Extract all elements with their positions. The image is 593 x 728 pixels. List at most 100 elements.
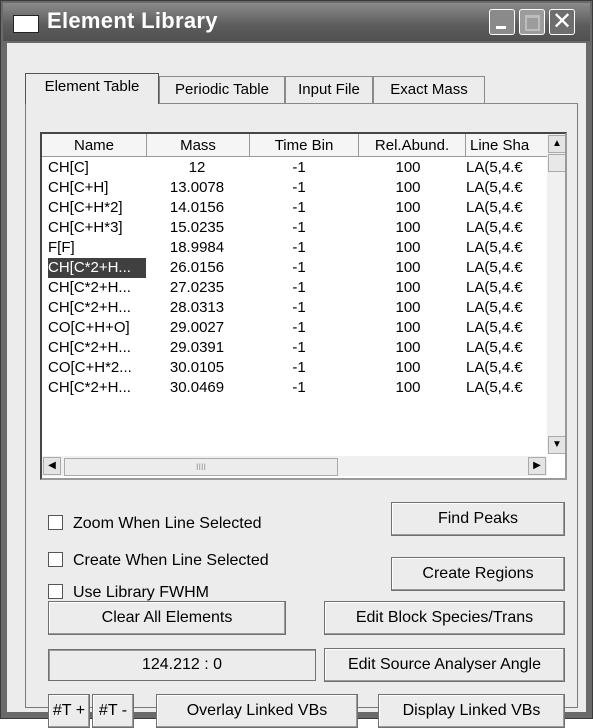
mass-cell: 28.0313 [169,299,225,316]
mass-readout: 124.212 : 0 [48,649,316,681]
time-bin-cell: -1 [292,179,306,196]
mass-cell: 30.0105 [169,359,225,376]
element-name-cell: CH[C*2+H... [48,339,131,356]
time-bin-cell: -1 [292,259,306,276]
rel-abund-cell: 100 [395,339,421,356]
edit-block-species-button[interactable]: Edit Block Species/Trans [324,601,565,635]
table-row[interactable]: CH[C+H*2] 14.0156 -1 100 LA(5,4.€ [42,198,547,218]
element-name-cell: CO[C+H*2... [48,359,132,376]
edit-source-analyser-angle-button[interactable]: Edit Source Analyser Angle [324,648,565,682]
table-row[interactable]: CH[C+H] 13.0078 -1 100 LA(5,4.€ [42,178,547,198]
checkbox-label: Use Library FWHM [73,584,210,601]
clear-all-elements-button[interactable]: Clear All Elements [48,601,286,635]
minimize-icon [496,26,506,29]
time-bin-cell: -1 [292,239,306,256]
line-shape-cell: LA(5,4.€ [466,219,523,236]
maximize-icon [525,15,540,31]
checkbox-box[interactable] [48,552,63,567]
scroll-up-icon[interactable]: ▲ [548,135,565,153]
close-button[interactable]: ✕ [549,7,575,35]
tab-input-file[interactable]: Input File [285,76,373,103]
element-list[interactable]: Name Mass Time Bin Rel.Abund. Line Sha C… [40,132,567,480]
table-row[interactable]: CO[C+H+O] 29.0027 -1 100 LA(5,4.€ [42,318,547,338]
table-row[interactable]: CH[C*2+H... 29.0391 -1 100 LA(5,4.€ [42,338,547,358]
element-name-cell: CH[C+H*3] [48,219,123,236]
time-bin-cell: -1 [292,339,306,356]
mass-cell: 12 [188,159,206,176]
table-row[interactable]: CH[C] 12 -1 100 LA(5,4.€ [42,158,547,178]
checkbox-box[interactable] [48,584,63,599]
checkbox-label: Create When Line Selected [73,552,269,569]
minimize-button[interactable] [489,9,515,35]
element-name-cell: CH[C+H*2] [48,199,123,216]
t-plus-button[interactable]: #T + [48,694,90,728]
line-shape-cell: LA(5,4.€ [466,259,523,276]
table-row[interactable]: CH[C*2+H... 30.0469 -1 100 LA(5,4.€ [42,378,547,398]
line-shape-cell: LA(5,4.€ [466,319,523,336]
line-shape-cell: LA(5,4.€ [466,179,523,196]
create-regions-button[interactable]: Create Regions [391,557,565,591]
rel-abund-cell: 100 [395,179,421,196]
tab-exact-mass[interactable]: Exact Mass [373,76,485,103]
element-library-window: Element Library ✕ Element Table Periodic… [0,0,593,728]
column-header-name[interactable]: Name [42,134,147,157]
element-table-panel: Name Mass Time Bin Rel.Abund. Line Sha C… [25,103,578,728]
mass-cell: 13.0078 [169,179,225,196]
maximize-button[interactable] [519,9,545,35]
scroll-right-icon[interactable]: ▶ [528,457,546,475]
table-row[interactable]: F[F] 18.9984 -1 100 LA(5,4.€ [42,238,547,258]
rel-abund-cell: 100 [395,319,421,336]
column-header-rel-abund[interactable]: Rel.Abund. [359,134,466,157]
element-name-cell: CH[C*2+H... [48,379,131,396]
zoom-when-selected-checkbox[interactable]: Zoom When Line Selected [48,514,262,534]
mass-cell: 18.9984 [169,239,225,256]
scroll-down-icon[interactable]: ▼ [548,436,565,454]
title-bar[interactable]: Element Library ✕ [3,3,590,41]
line-shape-cell: LA(5,4.€ [466,279,523,296]
column-header-time-bin[interactable]: Time Bin [250,134,359,157]
table-row[interactable]: CH[C*2+H... 28.0313 -1 100 LA(5,4.€ [42,298,547,318]
checkbox-box[interactable] [48,515,63,530]
time-bin-cell: -1 [292,379,306,396]
tab-element-table[interactable]: Element Table [25,73,159,104]
time-bin-cell: -1 [292,319,306,336]
line-shape-cell: LA(5,4.€ [466,199,523,216]
table-row[interactable]: CH[C*2+H... 27.0235 -1 100 LA(5,4.€ [42,278,547,298]
table-row[interactable]: CH[C*2+H... 26.0156 -1 100 LA(5,4.€ [42,258,547,278]
vertical-scrollbar[interactable]: ▲ ▼ [547,134,565,454]
overlay-linked-vbs-button[interactable]: Overlay Linked VBs [156,694,358,728]
rel-abund-cell: 100 [395,219,421,236]
rel-abund-cell: 100 [395,359,421,376]
horizontal-scrollbar[interactable]: ◀ IIII ▶ [42,456,547,476]
tab-periodic-table[interactable]: Periodic Table [159,76,285,103]
column-header-line-shape[interactable]: Line Sha [466,134,552,157]
list-header: Name Mass Time Bin Rel.Abund. Line Sha [42,134,552,158]
table-row[interactable]: CO[C+H*2... 30.0105 -1 100 LA(5,4.€ [42,358,547,378]
rel-abund-cell: 100 [395,379,421,396]
rel-abund-cell: 100 [395,279,421,296]
time-bin-cell: -1 [292,299,306,316]
horizontal-scroll-thumb[interactable]: IIII [64,458,338,476]
rel-abund-cell: 100 [395,159,421,176]
create-when-selected-checkbox[interactable]: Create When Line Selected [48,551,269,571]
line-shape-cell: LA(5,4.€ [466,379,523,396]
vertical-scroll-thumb[interactable] [548,154,565,172]
display-linked-vbs-button[interactable]: Display Linked VBs [378,694,565,728]
t-minus-button[interactable]: #T - [92,694,134,728]
window-icon [13,15,39,33]
table-row[interactable]: CH[C+H*3] 15.0235 -1 100 LA(5,4.€ [42,218,547,238]
element-name-cell: CO[C+H+O] [48,319,130,336]
line-shape-cell: LA(5,4.€ [466,339,523,356]
element-name-cell: CH[C*2+H... [48,299,131,316]
column-header-mass[interactable]: Mass [147,134,250,157]
use-library-fwhm-checkbox[interactable]: Use Library FWHM [48,583,209,603]
time-bin-cell: -1 [292,219,306,236]
close-icon: ✕ [551,7,573,35]
find-peaks-button[interactable]: Find Peaks [391,502,565,536]
element-name-cell: CH[C+H] [48,179,109,196]
element-name-cell: F[F] [48,239,75,256]
element-name-cell: CH[C*2+H... [48,258,146,278]
scroll-left-icon[interactable]: ◀ [43,457,61,475]
line-shape-cell: LA(5,4.€ [466,239,523,256]
element-name-cell: CH[C] [48,159,89,176]
